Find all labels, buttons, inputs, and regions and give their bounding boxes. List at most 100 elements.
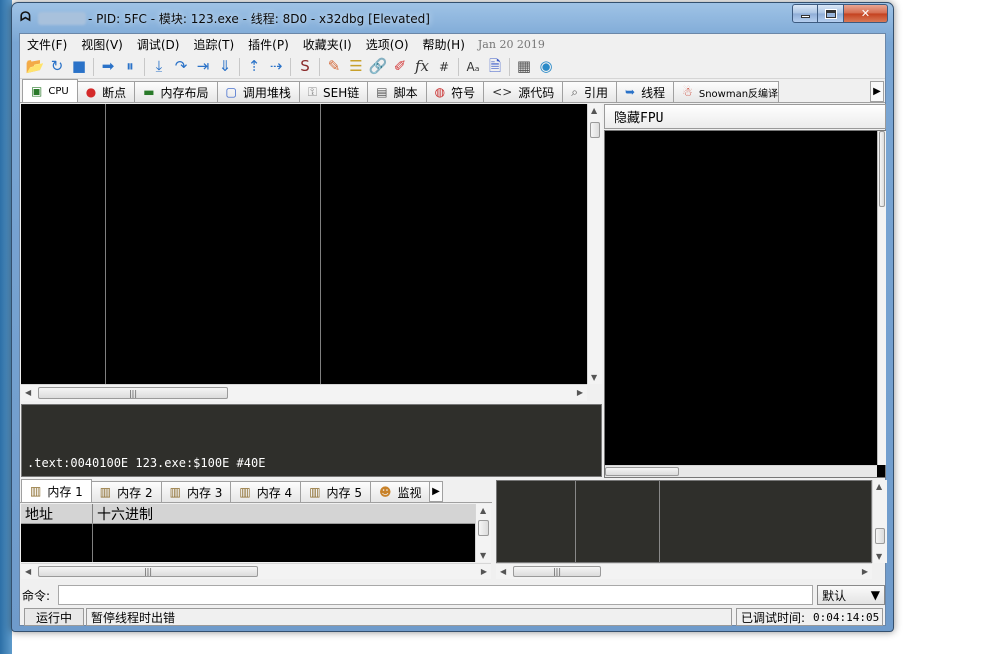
scroll-thumb[interactable] [875, 528, 885, 544]
bookmarks-icon[interactable]: ✐ [389, 56, 411, 78]
run-icon[interactable]: ➡ [97, 56, 119, 78]
disassembly-hscrollbar[interactable]: ◀ ||| ▶ [21, 384, 587, 401]
stack-vscrollbar[interactable]: ▲ ▼ [872, 480, 887, 563]
step-over-icon[interactable]: ↷ [170, 56, 192, 78]
scroll-thumb[interactable] [605, 467, 679, 476]
command-type-select[interactable]: 默认 ▼ [817, 585, 885, 605]
title-bar[interactable]: ᗣ - PID: 5FC - 模块: 123.exe - 线程: 8D0 - x… [12, 3, 893, 33]
trace-into-icon[interactable]: ⇥ [192, 56, 214, 78]
menu-options[interactable]: 选项(O) [359, 36, 416, 53]
scroll-thumb[interactable]: ||| [513, 566, 601, 577]
scroll-left-icon[interactable]: ◀ [25, 567, 31, 576]
open-icon[interactable]: 📂 [24, 56, 46, 78]
tab-dump-3[interactable]: ▥ 内存 3 [160, 481, 232, 502]
menu-plugins[interactable]: 插件(P) [241, 36, 296, 53]
strings-icon[interactable]: Aₐ [462, 56, 484, 78]
functions-icon[interactable]: fx [411, 56, 433, 78]
tab-label: 符号 [451, 85, 476, 100]
scroll-down-icon[interactable]: ▼ [876, 552, 882, 561]
scroll-thumb[interactable] [879, 131, 885, 207]
command-input[interactable] [57, 585, 814, 605]
memory-dump-icon: ▥ [169, 485, 181, 499]
tab-snowman[interactable]: ☃ Snowman反编译器 [673, 81, 780, 102]
scroll-left-icon[interactable]: ◀ [25, 388, 31, 397]
menu-favourites[interactable]: 收藏夹(I) [296, 36, 359, 53]
toolbar-separator [144, 57, 145, 76]
tab-scroll-right-icon[interactable]: ▶ [428, 481, 443, 502]
calculator-icon[interactable]: ▦ [513, 56, 535, 78]
globe-icon[interactable]: ◉ [535, 56, 557, 78]
dump-hex-header[interactable]: 十六进制 [93, 504, 153, 523]
trace-over-icon[interactable]: ⇓ [214, 56, 236, 78]
tab-threads[interactable]: ➥ 线程 [616, 81, 675, 102]
labels-icon[interactable]: 🔗 [367, 56, 389, 78]
tab-dump-4[interactable]: ▥ 内存 4 [230, 481, 302, 502]
stack-view[interactable] [496, 480, 872, 563]
scroll-right-icon[interactable]: ▶ [577, 388, 583, 397]
tab-seh[interactable]: ⚿ SEH链 [298, 81, 369, 102]
menu-file[interactable]: 文件(F) [20, 36, 74, 53]
tab-dump-2[interactable]: ▥ 内存 2 [90, 481, 162, 502]
tab-symbols[interactable]: ◍ 符号 [425, 81, 485, 102]
scroll-up-icon[interactable]: ▲ [480, 506, 486, 515]
execute-till-return-icon[interactable]: ⇡ [243, 56, 265, 78]
tab-references[interactable]: ⌕ 引用 [562, 81, 618, 102]
scroll-left-icon[interactable]: ◀ [500, 567, 506, 576]
tab-label: 线程 [641, 85, 666, 100]
dump-address-header[interactable]: 地址 [21, 504, 93, 523]
dump-view[interactable] [21, 524, 475, 562]
minimize-button[interactable] [792, 4, 818, 23]
step-into-icon[interactable]: ⤓ [148, 56, 170, 78]
dump-vscrollbar[interactable]: ▲ ▼ [475, 504, 491, 562]
close-button[interactable]: ✕ [844, 4, 888, 23]
command-type-value: 默认 [822, 588, 847, 603]
tab-watch[interactable]: ☻ 监视 [369, 481, 430, 502]
scroll-thumb[interactable] [590, 122, 600, 138]
hash-icon[interactable]: # [433, 56, 455, 78]
restart-icon[interactable]: ↻ [46, 56, 68, 78]
registers-hscrollbar[interactable] [605, 465, 877, 477]
scroll-down-icon[interactable]: ▼ [591, 373, 597, 382]
tab-script-tab[interactable]: ▤ 脚本 [367, 81, 427, 102]
scroll-right-icon[interactable]: ▶ [481, 567, 487, 576]
tab-memory-map[interactable]: ▬ 内存布局 [134, 81, 218, 102]
tab-dump-5[interactable]: ▥ 内存 5 [300, 481, 371, 502]
tab-breakpoint[interactable]: ● 断点 [76, 81, 136, 102]
tab-scroll-right-icon[interactable]: ▶ [870, 81, 884, 102]
script-icon[interactable]: 🗎 [484, 56, 506, 78]
run-to-user-code-icon[interactable]: ⇢ [265, 56, 287, 78]
scroll-up-icon[interactable]: ▲ [591, 106, 597, 115]
pause-icon[interactable]: ⏸ [119, 56, 141, 78]
menu-trace[interactable]: 追踪(T) [186, 36, 241, 53]
menu-debug[interactable]: 调试(D) [130, 36, 187, 53]
hide-fpu-button[interactable]: 隐藏FPU [604, 104, 886, 129]
menu-help[interactable]: 帮助(H) [416, 36, 472, 53]
scroll-thumb[interactable] [478, 520, 489, 536]
dump-hscrollbar[interactable]: ◀ ||| ▶ [21, 563, 491, 579]
maximize-button[interactable] [818, 4, 844, 23]
disassembly-vscrollbar[interactable]: ▲ ▼ [587, 104, 602, 384]
scroll-thumb[interactable]: ||| [38, 387, 228, 399]
tab-dump-1[interactable]: ▥ 内存 1 [21, 479, 92, 502]
scylla-icon[interactable]: S [294, 56, 316, 78]
disassembly-view[interactable] [21, 104, 587, 384]
menu-view[interactable]: 视图(V) [74, 36, 130, 53]
status-message: 暂停线程时出错 [86, 608, 732, 626]
window-title: - PID: 5FC - 模块: 123.exe - 线程: 8D0 - x32… [88, 12, 430, 26]
scroll-up-icon[interactable]: ▲ [876, 482, 882, 491]
tab-label: 调用堆栈 [242, 85, 291, 100]
tab-cpu[interactable]: ▣ CPU [22, 79, 78, 102]
blurred-region [38, 12, 86, 25]
scroll-thumb[interactable]: ||| [38, 566, 258, 577]
registers-vscrollbar[interactable] [877, 131, 886, 465]
memory-map-icon: ▬ [143, 85, 155, 99]
registers-view[interactable] [604, 130, 886, 478]
comments-icon[interactable]: ☰ [345, 56, 367, 78]
stop-icon[interactable]: ■ [68, 56, 90, 78]
tab-call-stack[interactable]: ▢ 调用堆栈 [216, 81, 300, 102]
tab-source[interactable]: <> 源代码 [483, 81, 564, 102]
scroll-down-icon[interactable]: ▼ [480, 551, 486, 560]
scroll-right-icon[interactable]: ▶ [862, 567, 868, 576]
patches-icon[interactable]: ✎ [323, 56, 345, 78]
stack-hscrollbar[interactable]: ◀ ||| ▶ [496, 563, 872, 579]
